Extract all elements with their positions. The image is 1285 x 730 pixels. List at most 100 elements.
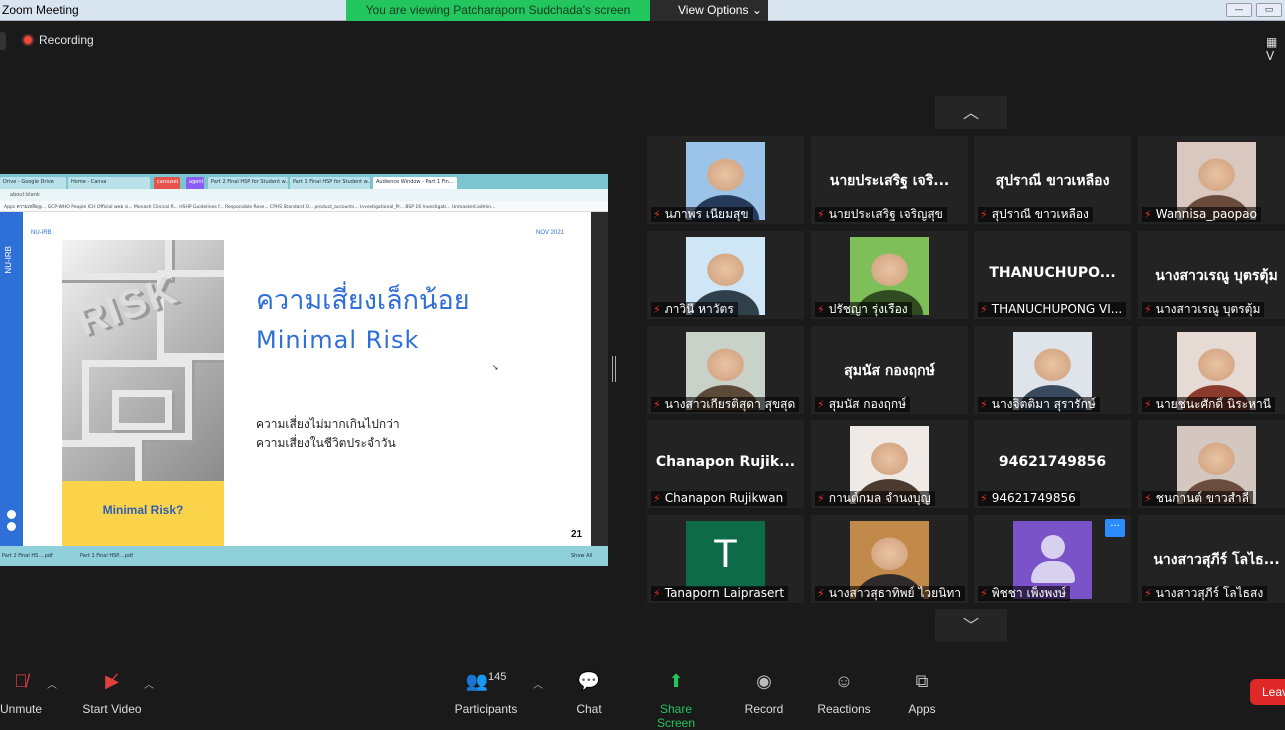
view-options-button[interactable]: View Options ⌄: [650, 0, 768, 21]
slide-side-label: NU-IRB: [4, 246, 13, 274]
browser-tab-strip: Drive - Google Drive Home - Canva carous…: [0, 174, 608, 189]
record-icon: ◉: [756, 671, 772, 691]
split-view-handle[interactable]: [612, 356, 616, 382]
muted-mic-icon: ⚡: [653, 398, 661, 411]
participant-name-label: ⚡ Wannisa_paopao: [1142, 207, 1261, 222]
muted-mic-icon: ⚡: [1144, 303, 1152, 316]
recording-icon: [22, 34, 34, 46]
participant-name: กานต์กมล จำนงบุญ: [828, 491, 931, 505]
participant-name-label: ⚡ Tanaporn Laiprasert: [651, 586, 789, 601]
share-screen-button[interactable]: ⬆ Share Screen: [640, 671, 712, 730]
participant-name-label: ⚡ นายประเสริฐ เจริญสุข: [815, 207, 947, 222]
participant-display-name: นายประเสริฐ เจริ...: [829, 173, 950, 189]
viewing-screen-banner: You are viewing Patcharaporn Sudchada's …: [346, 0, 650, 21]
participant-tile[interactable]: ⚡ นภาพร เนียมสุข: [647, 136, 804, 224]
browser-bookmarks-bar: Apps ความเหลือ@... GCP-WHO People ICH Of…: [0, 201, 608, 212]
participant-name-label: ⚡ ปรัชญา รุ่งเรือง: [815, 302, 912, 317]
muted-mic-icon: ⚡: [653, 492, 661, 505]
participant-tile[interactable]: นางสาวสุภีร์ โลไธ... ⚡ นางสาวสุภีร์ โลไธสง: [1138, 515, 1285, 603]
participants-label: Participants: [454, 702, 518, 716]
participant-tile[interactable]: ⚡ นางสาวเกียรติสุดา สุขสุด: [647, 326, 804, 414]
participant-name-label: ⚡ นางสาวสุภีร์ โลไธสง: [1142, 586, 1268, 601]
more-options-button[interactable]: ···: [1105, 519, 1125, 537]
reactions-icon: ☺: [834, 671, 854, 691]
recording-indicator[interactable]: Recording: [22, 33, 94, 47]
participant-name-label: ⚡ พิชชา เพ็งพงษ์: [978, 586, 1071, 601]
participant-tile[interactable]: ⚡ นางจิตติมา สุรารักษ์: [974, 326, 1131, 414]
muted-mic-icon: ⚡: [817, 587, 825, 600]
maximize-button[interactable]: ▭: [1256, 3, 1282, 17]
participant-name: THANUCHUPONG VI...: [991, 302, 1123, 316]
share-screen-label: Share Screen: [656, 702, 696, 730]
participant-display-name: สุมนัส กองฤกษ์: [844, 363, 935, 379]
participant-name: Wannisa_paopao: [1155, 207, 1257, 221]
participant-tile[interactable]: สุปราณี ขาวเหลือง ⚡ สุปราณี ขาวเหลือง: [974, 136, 1131, 224]
participant-tile[interactable]: นางสาวเรณู บุตรตุ้ม ⚡ นางสาวเรณู บุตรตุ้ม: [1138, 231, 1285, 319]
muted-mic-icon: ⚡: [653, 587, 661, 600]
participant-name: ชนกานต์ ขาวสำลี: [1155, 491, 1249, 505]
participant-tile[interactable]: T ⚡ Tanaporn Laiprasert: [647, 515, 804, 603]
participant-tile[interactable]: ··· ⚡ พิชชา เพ็งพงษ์: [974, 515, 1131, 603]
meeting-toolbar: 🎙̸ Unmute ︿ ▶̸ Start Video ︿ 👥145 Partic…: [0, 663, 1285, 730]
participant-tile[interactable]: ⚡ ชนกานต์ ขาวสำลี: [1138, 420, 1285, 508]
participant-name: พิชชา เพ็งพงษ์: [991, 586, 1067, 600]
video-off-icon: ▶̸: [105, 671, 119, 691]
participant-name: นางสาวสุภีร์ โลไธสง: [1155, 586, 1264, 600]
muted-mic-icon: ⚡: [817, 398, 825, 411]
slide-header-left: NU-IRB: [31, 230, 52, 236]
participant-name-label: ⚡ ภาวินี หาวัตร: [651, 302, 738, 317]
video-options-chevron-icon[interactable]: ︿: [144, 676, 154, 691]
start-video-button[interactable]: ▶̸ Start Video: [80, 671, 144, 716]
participant-name-label: ⚡ นางจิตติมา สุรารักษ์: [978, 397, 1100, 412]
gallery-page-up-button[interactable]: ︿: [935, 96, 1007, 129]
participant-count: 145: [488, 671, 507, 683]
slide-body-line: ความเสี่ยงในชีวิตประจำวัน: [256, 436, 396, 450]
participants-button[interactable]: 👥145 Participants: [453, 671, 519, 716]
gallery-view-icon[interactable]: ▦ V: [1266, 35, 1285, 63]
participant-tile[interactable]: ⚡ ภาวินี หาวัตร: [647, 231, 804, 319]
muted-mic-icon: ⚡: [980, 492, 988, 505]
audio-options-chevron-icon[interactable]: ︿: [47, 676, 57, 691]
downloads-bar: Part 2 Final HS....pdf Part 1 Final HSP.…: [0, 546, 608, 566]
presentation-slide: NU-IRB NU-IRB NOV 2021 RISK Minimal Risk…: [0, 212, 591, 546]
participant-tile[interactable]: Chanapon Rujik... ⚡ Chanapon Rujikwan: [647, 420, 804, 508]
browser-tab-active: Audience Window - Part 1 Fin...: [373, 177, 457, 189]
gallery-page-down-button[interactable]: ﹀: [935, 609, 1007, 642]
muted-microphone-icon: 🎙̸: [14, 671, 28, 691]
participant-tile[interactable]: ⚡ นางสาวสุธาทิพย์ ไวยนิทา: [811, 515, 968, 603]
screen-side-strip: [591, 212, 608, 546]
participant-tile[interactable]: ⚡ Wannisa_paopao: [1138, 136, 1285, 224]
participant-display-name: สุปราณี ขาวเหลือง: [995, 173, 1110, 189]
participant-tile[interactable]: ⚡ นายชนะศักดิ์ นิระหานี: [1138, 326, 1285, 414]
participant-tile[interactable]: ⚡ ปรัชญา รุ่งเรือง: [811, 231, 968, 319]
browser-tab: carousel: [154, 177, 180, 189]
participant-tile[interactable]: 94621749856 ⚡ 94621749856: [974, 420, 1131, 508]
chat-button[interactable]: 💬 Chat: [570, 671, 608, 716]
participant-display-name: THANUCHUPO...: [989, 265, 1116, 281]
window-title: Zoom Meeting: [2, 3, 79, 17]
reactions-label: Reactions: [817, 702, 871, 716]
slide-title-thai: ความเสี่ยงเล็กน้อย: [256, 285, 470, 316]
apps-icon: ⧉: [915, 671, 929, 691]
leave-button[interactable]: Leave: [1250, 679, 1285, 705]
participant-tile[interactable]: ⚡ กานต์กมล จำนงบุญ: [811, 420, 968, 508]
muted-mic-icon: ⚡: [817, 492, 825, 505]
participant-tile[interactable]: นายประเสริฐ เจริ... ⚡ นายประเสริฐ เจริญสุข: [811, 136, 968, 224]
participant-tile[interactable]: THANUCHUPO... ⚡ THANUCHUPONG VI...: [974, 231, 1131, 319]
browser-tab: Drive - Google Drive: [0, 177, 66, 189]
reactions-button[interactable]: ☺ Reactions: [816, 671, 872, 716]
minimize-button[interactable]: —: [1226, 3, 1252, 17]
unmute-button[interactable]: 🎙̸ Unmute: [0, 671, 42, 716]
participant-name: นภาพร เนียมสุข: [664, 207, 749, 221]
participant-name-label: ⚡ 94621749856: [978, 491, 1080, 506]
chat-label: Chat: [576, 702, 602, 716]
record-button[interactable]: ◉ Record: [742, 671, 786, 716]
participant-name: นางสาวสุธาทิพย์ ไวยนิทา: [828, 586, 962, 600]
mouse-cursor-icon: ➘: [492, 363, 499, 372]
participant-name-label: ⚡ นางสาวสุธาทิพย์ ไวยนิทา: [815, 586, 966, 601]
apps-button[interactable]: ⧉ Apps: [904, 671, 940, 716]
slide-body: ความเสี่ยงไม่มากเกินไปกว่า ความเสี่ยงในช…: [256, 415, 400, 453]
participant-tile[interactable]: สุมนัส กองฤกษ์ ⚡ สุมนัส กองฤกษ์: [811, 326, 968, 414]
maze-wall: [112, 390, 172, 430]
participants-chevron-icon[interactable]: ︿: [533, 676, 543, 691]
